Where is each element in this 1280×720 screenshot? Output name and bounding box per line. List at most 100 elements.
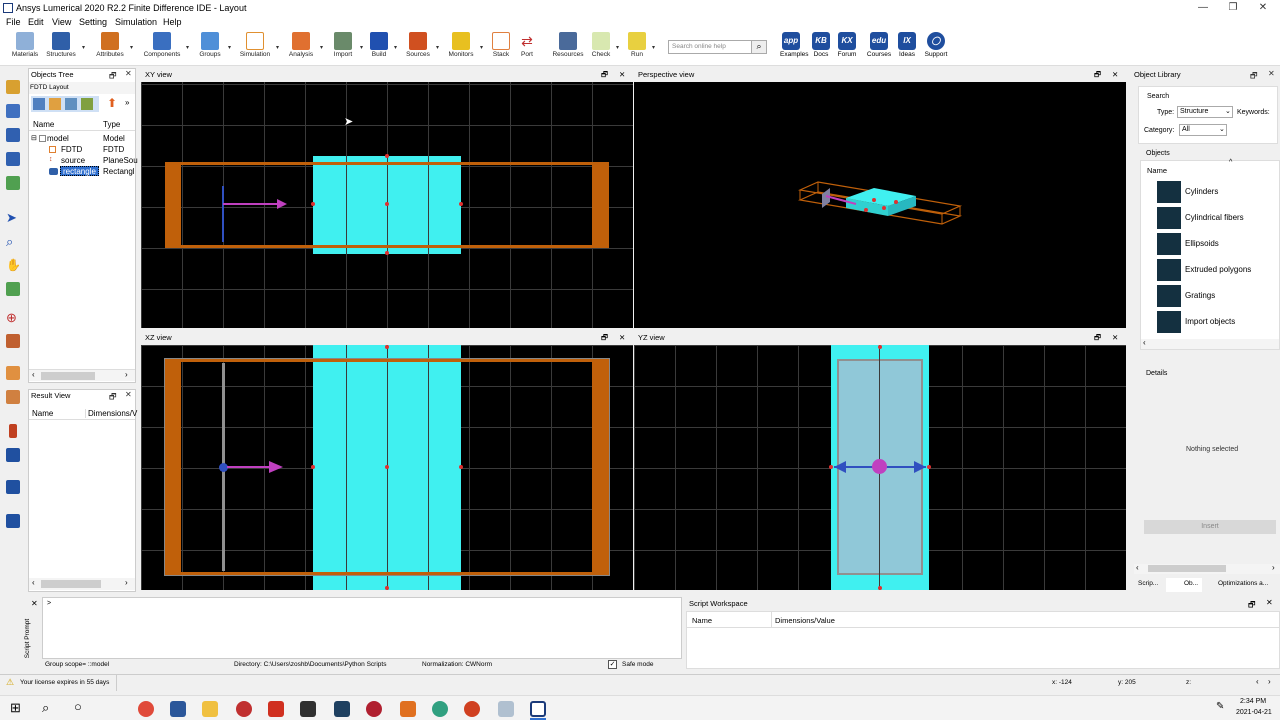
close-button[interactable]: ✕ — [1248, 0, 1278, 16]
chevron-right-icon[interactable]: › — [1268, 677, 1271, 686]
notes-icon[interactable] — [300, 701, 316, 717]
groups-button[interactable]: Groups ▾ — [196, 32, 231, 58]
tree-row[interactable]: FDTD FDTD — [31, 144, 135, 155]
zoom-icon[interactable]: ⌕ — [6, 234, 20, 249]
select-cursor-icon[interactable]: ➤ — [6, 210, 20, 225]
float-icon[interactable]: 🗗 — [601, 68, 608, 81]
import-button[interactable]: Import ▾ — [330, 32, 363, 58]
attributes-button[interactable]: Attributes ▾ — [94, 32, 133, 58]
library-bottom-scrollbar[interactable]: ‹ › — [1134, 563, 1280, 574]
ruler-icon[interactable] — [6, 282, 20, 296]
float-icon[interactable]: 🗗 — [1094, 331, 1101, 344]
slab-x-icon[interactable] — [9, 424, 17, 438]
view-close-icon[interactable]: ✕ — [619, 68, 625, 81]
components-button[interactable]: Components ▾ — [142, 32, 189, 58]
library-item-import-objects[interactable]: Import objects — [1157, 311, 1280, 335]
table-icon[interactable] — [6, 390, 20, 404]
menu-setting[interactable]: Setting — [79, 17, 107, 27]
matlab-icon[interactable] — [400, 701, 416, 717]
panel-close-icon[interactable]: ✕ — [125, 69, 132, 78]
library-item-cylinders[interactable]: Cylinders — [1157, 181, 1280, 205]
panel-close-icon[interactable]: ✕ — [31, 599, 38, 608]
analysis-button[interactable]: Analysis ▾ — [286, 32, 323, 58]
library-item-extruded-polygons[interactable]: Extruded polygons — [1157, 259, 1280, 283]
tab-script[interactable]: Scrip... — [1138, 580, 1158, 592]
menu-file[interactable]: File — [6, 17, 21, 27]
tree-row[interactable]: ⊟ model Model — [31, 133, 135, 144]
library-item-cylindrical-fibers[interactable]: Cylindrical fibers — [1157, 207, 1280, 231]
help-search-input[interactable]: Search online help — [668, 40, 752, 54]
shape-icon[interactable] — [6, 128, 20, 142]
minimize-button[interactable]: — — [1188, 0, 1218, 16]
menu-edit[interactable]: Edit — [28, 17, 44, 27]
source-plane[interactable] — [222, 186, 224, 242]
float-icon[interactable]: 🗗 — [601, 331, 608, 344]
network-icon[interactable] — [498, 701, 514, 717]
lumerical-taskbar-icon[interactable] — [530, 701, 546, 717]
terminal-icon[interactable] — [334, 701, 350, 717]
forum-button[interactable]: KX Forum — [836, 32, 858, 58]
delete-icon[interactable] — [6, 176, 20, 190]
docs-button[interactable]: KB Docs — [810, 32, 832, 58]
file-explorer-icon[interactable] — [202, 701, 218, 717]
tree-group-icon[interactable] — [49, 98, 61, 110]
acrobat-icon[interactable] — [268, 701, 284, 717]
float-icon[interactable]: 🗗 — [1094, 68, 1101, 81]
library-hscrollbar[interactable]: ‹ — [1141, 338, 1279, 349]
windows-start-icon[interactable]: ⊞ — [10, 700, 21, 716]
xz-view-canvas[interactable] — [141, 345, 633, 590]
tab-objects[interactable]: Ob... — [1166, 578, 1202, 592]
maximize-button[interactable]: ❐ — [1218, 0, 1248, 16]
chrome-icon[interactable] — [138, 701, 154, 717]
chat-icon[interactable] — [432, 701, 448, 717]
structures-button[interactable]: Structures ▾ — [44, 32, 85, 58]
tree-row[interactable]: ↕ source PlaneSou — [31, 155, 138, 166]
script-prompt-input[interactable]: > — [42, 597, 682, 659]
result-hscrollbar[interactable]: ‹ › — [29, 578, 135, 590]
view-close-icon[interactable]: ✕ — [619, 331, 625, 344]
insert-button[interactable]: Insert — [1144, 520, 1276, 534]
materials-button[interactable]: Materials — [10, 32, 40, 58]
tree-ungroup-icon[interactable] — [65, 98, 77, 110]
tree-hscrollbar[interactable]: ‹ › — [29, 369, 135, 381]
tree-row-selected[interactable]: rectangle Rectangl — [31, 166, 135, 177]
slab-z-icon[interactable] — [6, 514, 20, 528]
powerpoint-icon[interactable] — [464, 701, 480, 717]
edit-pencil-icon[interactable] — [6, 80, 20, 94]
library-item-gratings[interactable]: Gratings — [1157, 285, 1280, 309]
menu-view[interactable]: View — [52, 17, 71, 27]
menu-help[interactable]: Help — [163, 17, 182, 27]
panel-close-icon[interactable]: ✕ — [1268, 69, 1275, 78]
panel-close-icon[interactable]: ✕ — [125, 390, 132, 399]
safe-mode-checkbox[interactable]: ✓ — [608, 660, 617, 669]
sources-button[interactable]: Sources ▾ — [404, 32, 439, 58]
slab-y-icon[interactable] — [6, 480, 20, 494]
xy-view-canvas[interactable]: ➤ — [141, 82, 633, 328]
support-button[interactable]: ◯ Support — [922, 32, 950, 58]
more-icon[interactable]: » — [125, 98, 129, 107]
measure-icon[interactable] — [6, 334, 20, 348]
float-icon[interactable]: 🗗 — [1250, 70, 1258, 84]
app-icon-crimson[interactable] — [366, 701, 382, 717]
tree-select-icon[interactable] — [81, 98, 93, 110]
tree-add-icon[interactable] — [33, 98, 45, 110]
resources-button[interactable]: Resources — [552, 32, 584, 58]
panel-close-icon[interactable]: ✕ — [1266, 598, 1273, 607]
grid-icon[interactable] — [6, 366, 20, 380]
port-button[interactable]: ⇄ Port — [516, 32, 538, 58]
app-icon-red[interactable] — [236, 701, 252, 717]
view-close-icon[interactable]: ✕ — [1112, 68, 1118, 81]
run-button[interactable]: Run ▾ — [626, 32, 655, 58]
simulation-button[interactable]: Simulation ▾ — [238, 32, 279, 58]
examples-button[interactable]: app Examples — [780, 32, 809, 58]
pen-icon[interactable]: ✎ — [1216, 701, 1224, 712]
library-item-ellipsoids[interactable]: Ellipsoids — [1157, 233, 1280, 257]
menu-simulation[interactable]: Simulation — [115, 17, 157, 27]
yz-view-canvas[interactable] — [634, 345, 1126, 590]
float-icon[interactable]: 🗗 — [109, 391, 117, 405]
view-icon[interactable] — [6, 104, 20, 118]
up-arrow-icon[interactable]: ⬆ — [107, 96, 117, 110]
slab-xy-icon[interactable] — [6, 448, 20, 462]
stack-button[interactable]: Stack — [490, 32, 512, 58]
zoom-extent-icon[interactable]: ⊕ — [6, 310, 20, 325]
